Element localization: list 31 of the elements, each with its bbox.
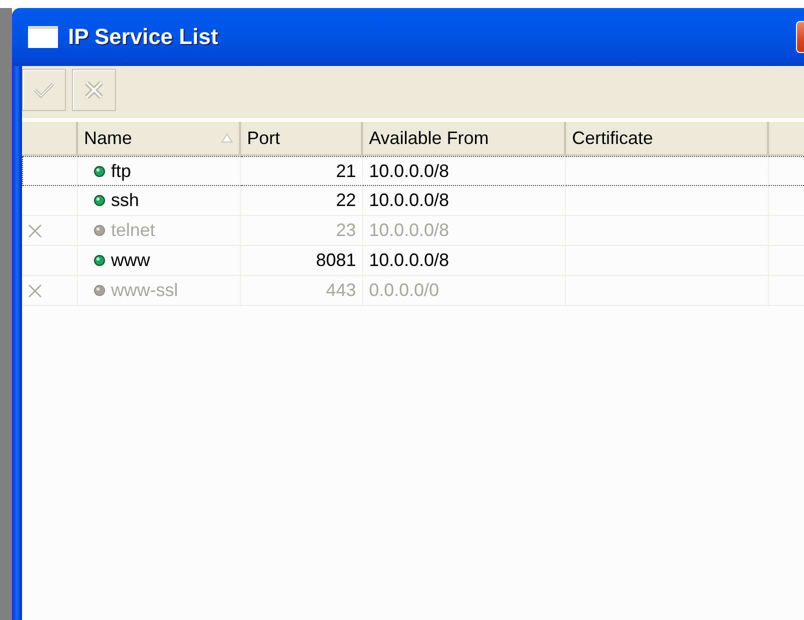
column-header[interactable]: Port <box>241 122 363 156</box>
column-header[interactable] <box>22 122 78 156</box>
service-name: ftp <box>111 160 132 182</box>
table-cell: 23 <box>241 216 363 246</box>
service-name: www <box>111 250 150 271</box>
table-cell: 8081 <box>241 246 363 276</box>
window-title: IP Service List <box>68 24 220 50</box>
column-header[interactable]: Name <box>78 122 241 156</box>
table-cell: 443 <box>241 276 363 306</box>
disabled-mark-icon <box>28 224 42 238</box>
cross-icon <box>84 80 104 100</box>
table-cell: 22 <box>241 186 363 216</box>
status-dot-icon <box>94 195 105 206</box>
table-cell: 21 <box>241 156 363 186</box>
window-icon <box>28 26 58 48</box>
column-header[interactable]: Certificate <box>566 122 769 156</box>
status-dot-icon <box>94 285 105 296</box>
disabled-mark-icon <box>28 284 42 298</box>
column-header[interactable]: Available From <box>363 122 566 156</box>
table-cell: 0.0.0.0/0 <box>363 276 566 306</box>
status-dot-icon <box>94 166 105 176</box>
table-cell: 10.0.0.0/8 <box>363 156 566 186</box>
service-name: ssh <box>111 190 140 211</box>
table-cell: 10.0.0.0/8 <box>363 186 566 216</box>
status-dot-icon <box>94 225 105 236</box>
service-name: www-ssl <box>111 280 178 301</box>
status-dot-icon <box>94 255 105 266</box>
check-icon <box>33 82 55 98</box>
table-cell: 10.0.0.0/8 <box>363 246 566 276</box>
table-cell: 10.0.0.0/8 <box>363 216 566 246</box>
service-name: telnet <box>111 220 156 241</box>
